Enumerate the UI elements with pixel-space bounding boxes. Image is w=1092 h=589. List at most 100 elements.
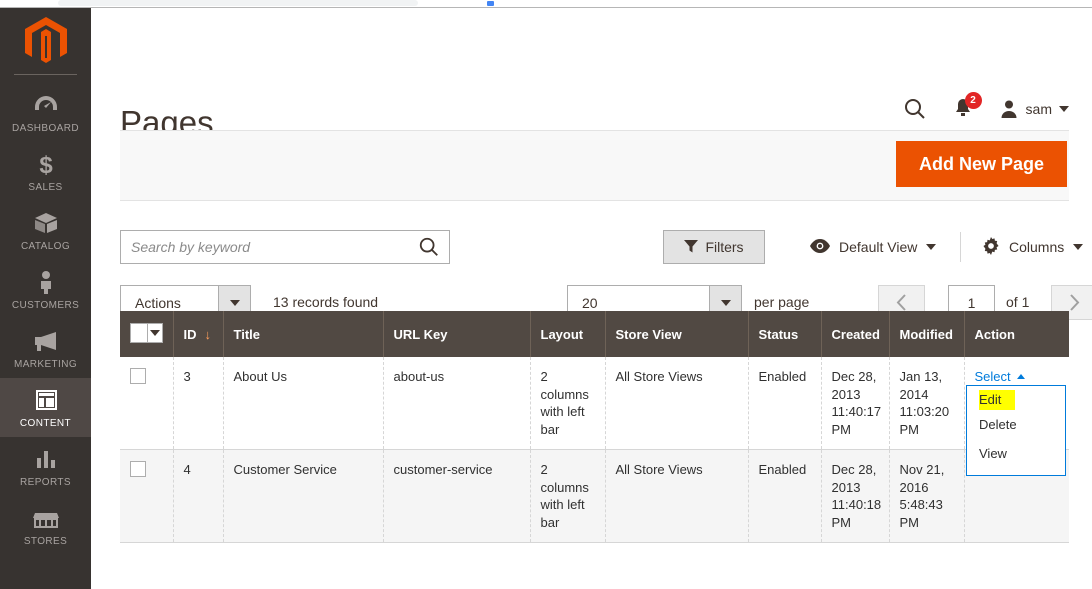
actions-label: Actions [135, 294, 181, 311]
sidebar-label-stores: STORES [23, 536, 68, 547]
user-name-label: sam [1025, 101, 1052, 117]
columns-label: Columns [1009, 239, 1065, 255]
cell-created: Dec 28, 2013 11:40:17 PM [821, 357, 890, 451]
row-checkbox[interactable] [130, 461, 146, 478]
per-page-value: 20 [582, 294, 598, 311]
megaphone-icon [2, 328, 89, 356]
column-header-store-view[interactable]: Store View [605, 311, 749, 357]
sidebar-item-catalog[interactable]: CATALOG [0, 201, 91, 260]
admin-sidebar: DASHBOARD $ SALES CATALOG CUSTOMERS MARK… [0, 8, 91, 589]
pages-grid: ID ↓ Title URL Key Layout Store View Sta… [120, 311, 1069, 544]
sidebar-label-dashboard: DASHBOARD [12, 123, 79, 134]
chevron-down-icon [1059, 106, 1069, 112]
select-all-checkbox-dropdown[interactable] [130, 323, 163, 343]
chevron-down-icon [926, 244, 937, 250]
chevron-down-icon [1073, 244, 1084, 250]
cell-url-key: about-us [383, 357, 531, 451]
sidebar-item-marketing[interactable]: MARKETING [0, 319, 91, 378]
svg-text:$: $ [39, 152, 53, 177]
notification-badge: 2 [964, 92, 982, 109]
search-input[interactable] [121, 239, 409, 255]
table-body: 3 About Us about-us 2 columns with left … [120, 357, 1069, 544]
cell-modified: Nov 21, 2016 5:48:43 PM [889, 449, 965, 544]
store-icon [2, 505, 89, 533]
page-header: Pages 2 sam [91, 8, 1092, 139]
filters-label: Filters [705, 239, 744, 255]
sidebar-item-dashboard[interactable]: DASHBOARD [0, 83, 91, 142]
funnel-icon [684, 239, 699, 256]
default-view-control[interactable]: Default View [810, 230, 937, 264]
column-header-created[interactable]: Created [821, 311, 890, 357]
grid-toolbar: Filters Default View Columns Actions 13 … [120, 201, 1092, 320]
row-action-select-toggle[interactable]: Select [975, 368, 1025, 386]
notifications-button[interactable]: 2 [939, 92, 987, 126]
add-new-page-button[interactable]: Add New Page [895, 141, 1067, 187]
cell-status: Enabled [748, 449, 822, 544]
box-icon [2, 210, 89, 238]
row-select-cell[interactable] [120, 357, 174, 451]
columns-control[interactable]: Columns [982, 230, 1084, 264]
column-header-layout[interactable]: Layout [530, 311, 606, 357]
sidebar-item-sales[interactable]: $ SALES [0, 142, 91, 201]
filters-button[interactable]: Filters [663, 230, 765, 264]
person-icon [2, 269, 89, 297]
table-row[interactable]: 3 About Us about-us 2 columns with left … [120, 357, 1069, 451]
column-header-title[interactable]: Title [223, 311, 384, 357]
chevron-up-icon [1016, 374, 1025, 380]
per-page-label: per page [754, 294, 810, 310]
browser-omnibox[interactable] [58, 0, 418, 6]
sidebar-label-content: CONTENT [19, 418, 72, 429]
sidebar-label-marketing: MARKETING [13, 359, 78, 370]
action-menu-item-delete[interactable]: Delete [967, 410, 1065, 440]
sort-descending-icon: ↓ [204, 326, 212, 342]
column-header-url-key[interactable]: URL Key [383, 311, 531, 357]
cell-layout: 2 columns with left bar [530, 449, 606, 544]
sidebar-item-content[interactable]: CONTENT [0, 378, 91, 437]
sidebar-label-reports: REPORTS [20, 477, 71, 488]
keyword-search-box [120, 230, 450, 264]
toolbar-separator [960, 232, 961, 262]
dollar-icon: $ [2, 151, 89, 179]
cell-store-view: All Store Views [605, 449, 749, 544]
row-checkbox[interactable] [130, 368, 146, 384]
cell-url-key: customer-service [383, 449, 531, 544]
action-menu-item-view[interactable]: View [967, 439, 1065, 469]
records-found-label: 13 records found [273, 294, 379, 310]
cell-modified: Jan 13, 2014 11:03:20 PM [889, 357, 965, 451]
browser-tab-accent [487, 1, 494, 6]
header-toolbar: 2 sam [891, 92, 1069, 126]
user-avatar-icon [1001, 100, 1017, 118]
search-submit-icon[interactable] [409, 231, 449, 263]
sidebar-item-stores[interactable]: STORES [0, 496, 91, 555]
row-select-cell[interactable] [120, 449, 174, 544]
layout-icon [2, 387, 89, 415]
table-row[interactable]: 4 Customer Service customer-service 2 co… [120, 449, 1069, 544]
column-header-id[interactable]: ID ↓ [173, 311, 224, 357]
cell-title: About Us [223, 357, 384, 451]
sidebar-label-catalog: CATALOG [20, 241, 71, 252]
cell-status: Enabled [748, 357, 822, 451]
column-label-id: ID [183, 326, 197, 342]
dashboard-icon [2, 92, 89, 120]
cell-created: Dec 28, 2013 11:40:18 PM [821, 449, 890, 544]
user-menu[interactable]: sam [999, 99, 1069, 119]
row-action-dropdown-menu: Edit Delete View [966, 385, 1066, 476]
sidebar-item-reports[interactable]: REPORTS [0, 437, 91, 496]
main-content: Pages 2 sam Add New Page Search by keywo… [91, 8, 1092, 589]
column-header-status[interactable]: Status [748, 311, 822, 357]
cell-layout: 2 columns with left bar [530, 357, 606, 451]
sidebar-label-sales: SALES [28, 182, 63, 193]
column-header-select-all[interactable] [120, 311, 174, 357]
chevron-down-icon[interactable] [146, 324, 162, 342]
column-header-modified[interactable]: Modified [889, 311, 965, 357]
cell-store-view: All Store Views [605, 357, 749, 451]
column-header-action: Action [964, 311, 1069, 357]
chevron-right-icon [1070, 294, 1080, 311]
magento-logo[interactable] [0, 8, 91, 74]
search-icon[interactable] [891, 92, 939, 126]
select-all-checkbox[interactable] [131, 324, 147, 342]
sidebar-label-customers: CUSTOMERS [11, 300, 80, 311]
default-view-label: Default View [839, 239, 918, 255]
action-menu-item-edit[interactable]: Edit [979, 390, 1016, 410]
sidebar-item-customers[interactable]: CUSTOMERS [0, 260, 91, 319]
